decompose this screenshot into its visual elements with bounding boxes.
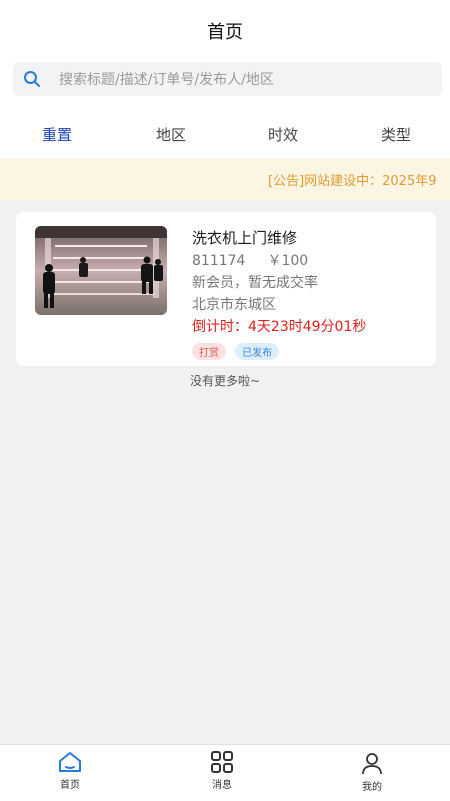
- order-price: ￥100: [267, 253, 309, 269]
- user-icon: [362, 753, 382, 775]
- header: 首页 重置 地区 时效 类型: [0, 0, 450, 158]
- order-tags: 打赏 已发布: [192, 341, 428, 360]
- no-more-text: 没有更多啦~: [189, 374, 261, 388]
- order-number: 811174: [192, 253, 246, 269]
- tab-messages[interactable]: 消息: [192, 751, 252, 791]
- tip-tag: 打赏: [192, 343, 226, 360]
- tab-mine[interactable]: 我的: [342, 751, 402, 793]
- page-title: 首页: [207, 22, 243, 43]
- order-meta: 811174 ￥100: [192, 250, 428, 272]
- tab-mine-label: 我的: [362, 782, 382, 793]
- tab-home[interactable]: 首页: [40, 751, 100, 791]
- tab-messages-label: 消息: [212, 780, 232, 791]
- member-status: 新会员，暂无成交率: [192, 275, 318, 291]
- countdown-value: 4天23时49分01秒: [248, 319, 367, 335]
- search-bar[interactable]: [13, 62, 442, 98]
- status-badge: 已发布: [235, 343, 280, 360]
- filter-region[interactable]: 地区: [156, 124, 186, 145]
- countdown: 倒计时：4天23时49分01秒: [192, 316, 428, 338]
- order-title: 洗衣机上门维修: [192, 229, 298, 247]
- bottom-tab-bar: 首页 消息 我的: [0, 744, 450, 801]
- announcement-text: [公告]网站建设中：2025年9: [268, 174, 437, 189]
- tab-home-label: 首页: [60, 780, 80, 791]
- filter-bar: 重置 地区 时效 类型: [0, 118, 450, 152]
- order-card[interactable]: 洗衣机上门维修 811174 ￥100 新会员，暂无成交率 北京市东城区 倒计时：…: [16, 212, 436, 366]
- filter-timeliness[interactable]: 时效: [268, 124, 298, 145]
- filter-reset[interactable]: 重置: [42, 124, 72, 145]
- order-thumbnail: [35, 226, 167, 315]
- search-input[interactable]: [57, 62, 431, 98]
- order-location: 北京市东城区: [192, 297, 276, 313]
- announcement-bar: [公告]网站建设中：2025年9: [0, 158, 450, 200]
- countdown-label: 倒计时：: [192, 319, 248, 335]
- filter-type[interactable]: 类型: [381, 124, 411, 145]
- home-icon: [59, 752, 81, 772]
- grid-icon: [211, 751, 233, 773]
- order-info: 洗衣机上门维修 811174 ￥100 新会员，暂无成交率 北京市东城区 倒计时：…: [192, 226, 428, 360]
- search-icon: [24, 71, 40, 87]
